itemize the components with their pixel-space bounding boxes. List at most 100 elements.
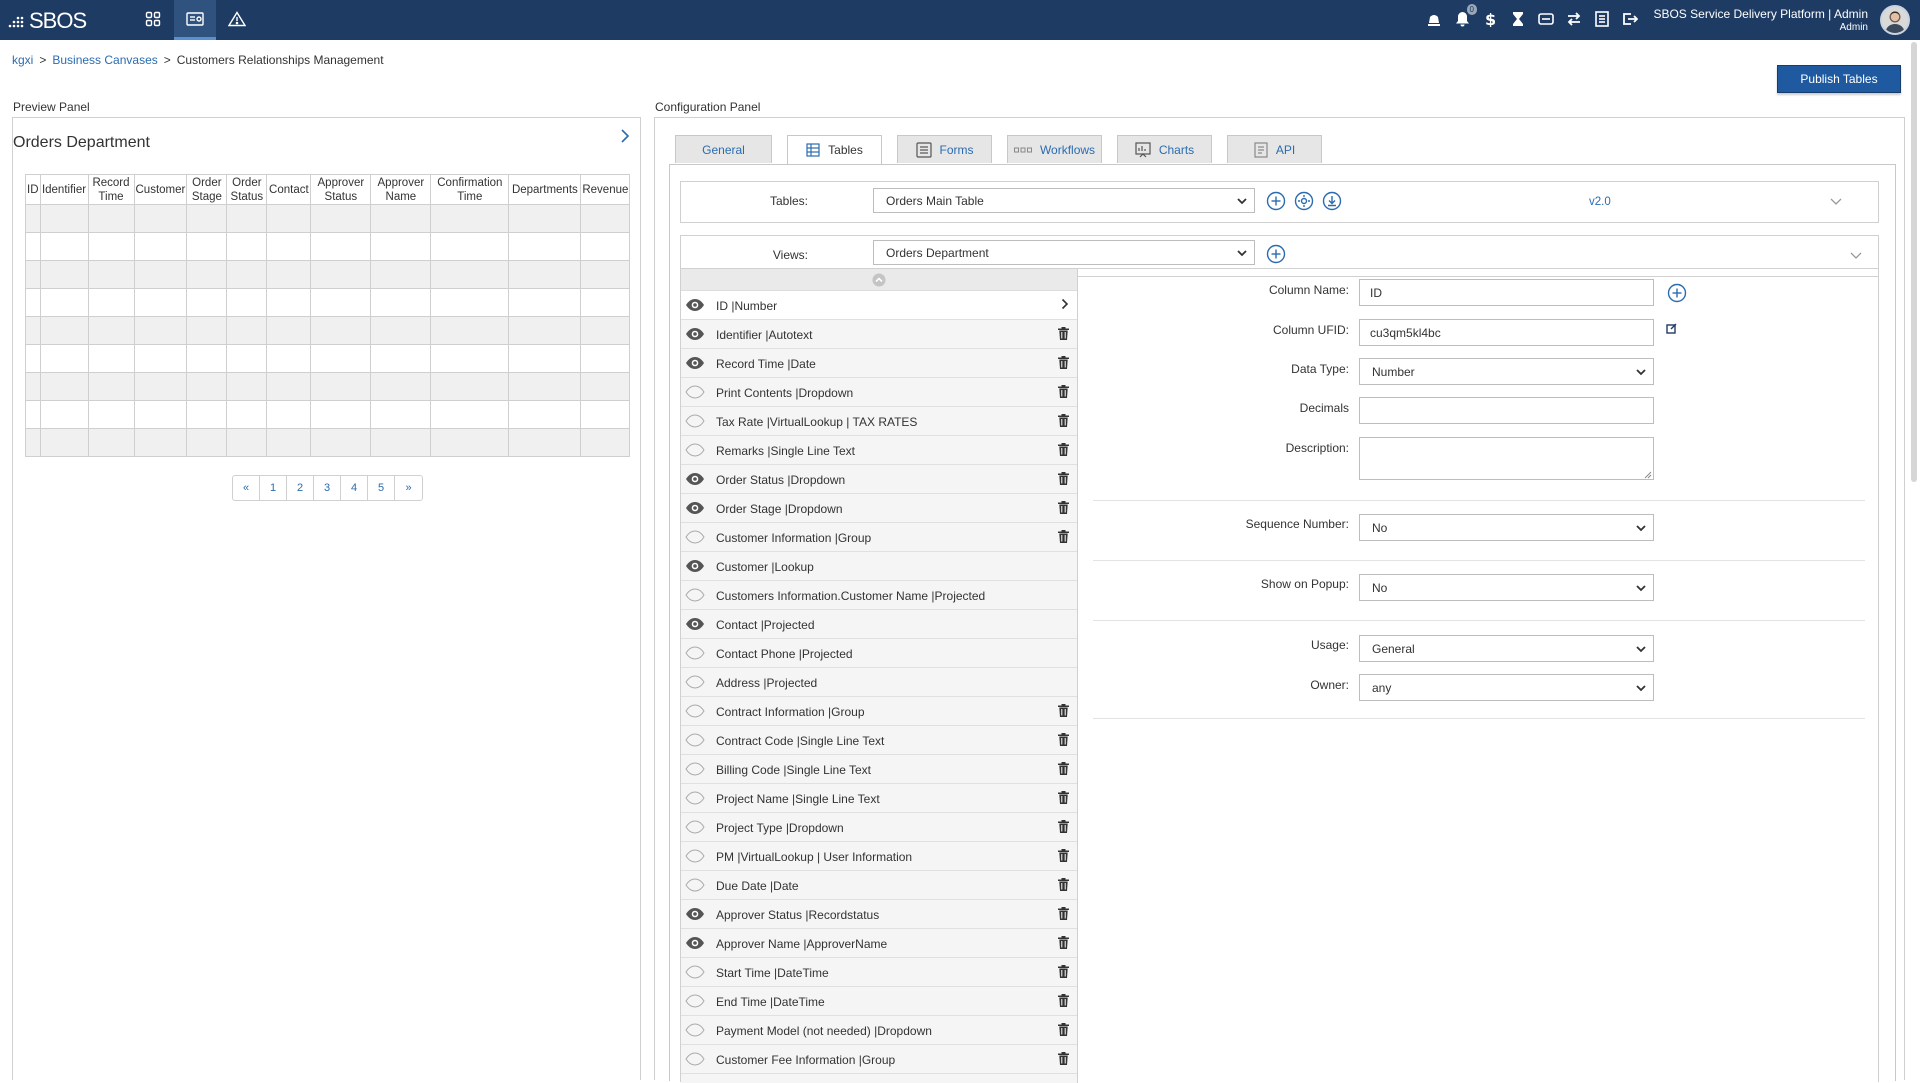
trash-icon[interactable] bbox=[1058, 762, 1069, 775]
logout-button[interactable] bbox=[1620, 8, 1640, 30]
resize-handle-icon[interactable] bbox=[1644, 471, 1652, 479]
column-list-item[interactable]: Identifier |Autotext bbox=[681, 320, 1077, 349]
eye-hidden-icon[interactable] bbox=[685, 1023, 705, 1037]
trash-icon[interactable] bbox=[1058, 878, 1069, 891]
trash-icon[interactable] bbox=[1058, 501, 1069, 514]
trash-icon[interactable] bbox=[1058, 936, 1069, 949]
eye-hidden-icon[interactable] bbox=[685, 878, 705, 892]
eye-icon[interactable] bbox=[685, 472, 705, 486]
eye-hidden-icon[interactable] bbox=[685, 965, 705, 979]
breadcrumb-business-canvases[interactable]: Business Canvases bbox=[52, 53, 157, 67]
column-list-scroll-up[interactable] bbox=[681, 269, 1077, 291]
eye-hidden-icon[interactable] bbox=[685, 704, 705, 718]
nav-apps-button[interactable] bbox=[132, 0, 174, 40]
eye-hidden-icon[interactable] bbox=[685, 530, 705, 544]
transfer-button[interactable] bbox=[1564, 8, 1584, 30]
column-list-item[interactable]: Customer Fee Information |Group bbox=[681, 1045, 1077, 1074]
usage-select[interactable]: General bbox=[1359, 635, 1654, 662]
column-list-item[interactable]: Order Status |Dropdown bbox=[681, 465, 1077, 494]
trash-icon[interactable] bbox=[1058, 704, 1069, 717]
pager-page-button[interactable]: 4 bbox=[341, 476, 368, 500]
column-list-item[interactable]: Record Time |Date bbox=[681, 349, 1077, 378]
trash-icon[interactable] bbox=[1058, 733, 1069, 746]
column-list-item[interactable]: Due Date |Date bbox=[681, 871, 1077, 900]
eye-hidden-icon[interactable] bbox=[685, 849, 705, 863]
trash-icon[interactable] bbox=[1058, 1023, 1069, 1036]
timer-button[interactable] bbox=[1508, 8, 1528, 30]
column-list-item[interactable]: Contact Phone |Projected bbox=[681, 639, 1077, 668]
notifications-button[interactable]: 0 bbox=[1452, 4, 1477, 30]
tab-tables[interactable]: Tables bbox=[787, 135, 882, 164]
devices-button[interactable] bbox=[1536, 8, 1556, 30]
tab-forms[interactable]: Forms bbox=[897, 135, 992, 163]
sequence-number-select[interactable]: No bbox=[1359, 514, 1654, 541]
tab-charts[interactable]: Charts bbox=[1117, 135, 1212, 163]
chevron-right-icon[interactable] bbox=[1061, 298, 1069, 310]
tab-workflows[interactable]: Workflows bbox=[1007, 135, 1102, 163]
add-table-button[interactable] bbox=[1266, 191, 1286, 211]
eye-hidden-icon[interactable] bbox=[685, 646, 705, 660]
trash-icon[interactable] bbox=[1058, 530, 1069, 543]
eye-hidden-icon[interactable] bbox=[685, 820, 705, 834]
column-list-item[interactable]: Customers Information.Customer Name |Pro… bbox=[681, 581, 1077, 610]
eye-hidden-icon[interactable] bbox=[685, 588, 705, 602]
pager-next-button[interactable]: » bbox=[395, 476, 422, 500]
column-list-item[interactable]: Print Contents |Dropdown bbox=[681, 378, 1077, 407]
eye-hidden-icon[interactable] bbox=[685, 994, 705, 1008]
column-list-item[interactable]: Tax Rate |VirtualLookup | TAX RATES bbox=[681, 407, 1077, 436]
eye-hidden-icon[interactable] bbox=[685, 791, 705, 805]
trash-icon[interactable] bbox=[1058, 327, 1069, 340]
eye-icon[interactable] bbox=[685, 298, 705, 312]
eye-icon[interactable] bbox=[685, 907, 705, 921]
column-list-item[interactable]: PM |VirtualLookup | User Information bbox=[681, 842, 1077, 871]
views-select[interactable]: Orders Department bbox=[873, 240, 1255, 265]
eye-hidden-icon[interactable] bbox=[685, 385, 705, 399]
column-name-input[interactable]: ID bbox=[1359, 279, 1654, 306]
column-list-item[interactable]: Approver Status |Recordstatus bbox=[681, 900, 1077, 929]
column-list-item[interactable]: Payment Model (not needed) |Dropdown bbox=[681, 1016, 1077, 1045]
trash-icon[interactable] bbox=[1058, 820, 1069, 833]
billing-button[interactable]: $ bbox=[1480, 8, 1500, 30]
column-list-item[interactable]: Contract Information |Group bbox=[681, 697, 1077, 726]
pager-page-button[interactable]: 3 bbox=[314, 476, 341, 500]
version-label[interactable]: v2.0 bbox=[1589, 196, 1611, 208]
data-type-select[interactable]: Number bbox=[1359, 358, 1654, 385]
tab-api[interactable]: API bbox=[1227, 135, 1322, 163]
trash-icon[interactable] bbox=[1058, 414, 1069, 427]
pager-page-button[interactable]: 1 bbox=[260, 476, 287, 500]
sbos-logo[interactable]: SBOS bbox=[8, 8, 87, 34]
page-scrollbar[interactable] bbox=[1911, 42, 1917, 482]
trash-icon[interactable] bbox=[1058, 907, 1069, 920]
column-ufid-input[interactable]: cu3qm5kl4bc bbox=[1359, 319, 1654, 346]
add-column-button[interactable] bbox=[1667, 283, 1687, 303]
breadcrumb-kgxi[interactable]: kgxi bbox=[12, 53, 33, 67]
pager-page-button[interactable]: 2 bbox=[287, 476, 314, 500]
eye-icon[interactable] bbox=[685, 617, 705, 631]
download-table-button[interactable] bbox=[1322, 191, 1342, 211]
column-list-item[interactable]: End Time |DateTime bbox=[681, 987, 1077, 1016]
chevron-down-icon[interactable] bbox=[1849, 251, 1863, 261]
trash-icon[interactable] bbox=[1058, 443, 1069, 456]
eye-icon[interactable] bbox=[685, 559, 705, 573]
preview-expand-button[interactable] bbox=[620, 128, 630, 144]
owner-select[interactable]: any bbox=[1359, 674, 1654, 701]
trash-icon[interactable] bbox=[1058, 791, 1069, 804]
user-avatar[interactable] bbox=[1880, 5, 1910, 35]
nav-warning-button[interactable] bbox=[216, 0, 258, 40]
column-list-item[interactable]: Project Type |Dropdown bbox=[681, 813, 1077, 842]
eye-hidden-icon[interactable] bbox=[685, 675, 705, 689]
trash-icon[interactable] bbox=[1058, 965, 1069, 978]
edit-ufid-icon[interactable] bbox=[1666, 322, 1678, 334]
announcement-button[interactable] bbox=[1424, 8, 1444, 30]
description-textarea[interactable] bbox=[1359, 437, 1654, 480]
column-list-item[interactable]: ID |Number bbox=[681, 291, 1077, 320]
pager-prev-button[interactable]: « bbox=[233, 476, 260, 500]
eye-hidden-icon[interactable] bbox=[685, 443, 705, 457]
column-list-item[interactable]: Contact |Projected bbox=[681, 610, 1077, 639]
tab-general[interactable]: General bbox=[675, 135, 772, 163]
column-list-item[interactable]: Address |Projected bbox=[681, 668, 1077, 697]
eye-icon[interactable] bbox=[685, 356, 705, 370]
trash-icon[interactable] bbox=[1058, 356, 1069, 369]
reports-button[interactable] bbox=[1592, 8, 1612, 30]
column-list-item[interactable]: Remarks |Single Line Text bbox=[681, 436, 1077, 465]
